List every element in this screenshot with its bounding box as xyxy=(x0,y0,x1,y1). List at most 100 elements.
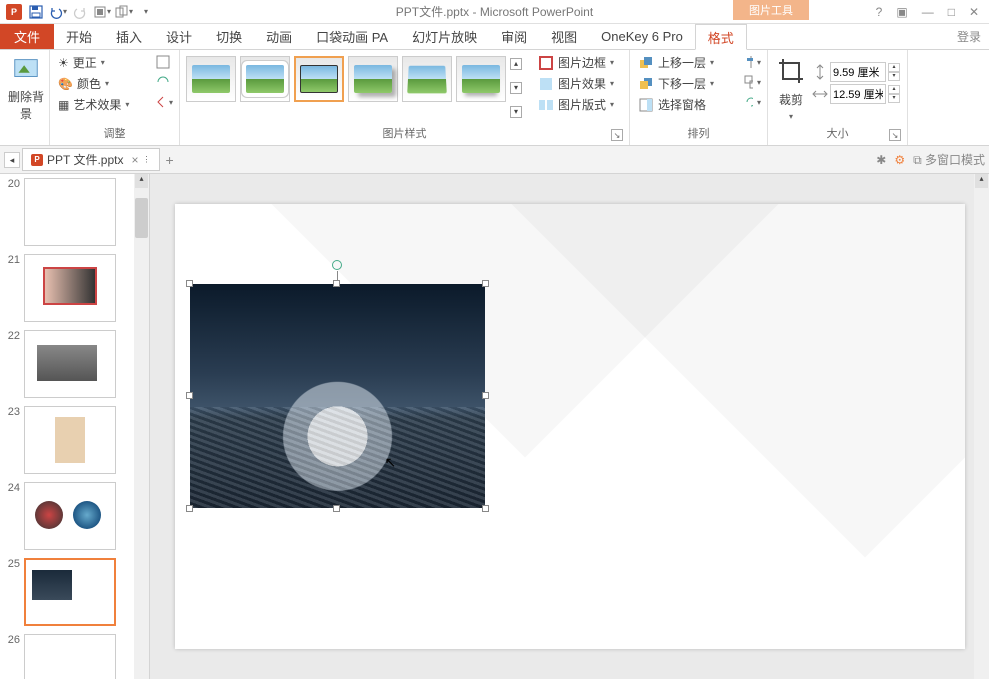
backward-icon xyxy=(638,76,654,92)
close-doc-icon[interactable]: × xyxy=(131,153,138,167)
style-item[interactable] xyxy=(456,56,506,102)
thumb-scrollbar[interactable]: ▴ xyxy=(134,174,149,679)
save-icon[interactable] xyxy=(26,2,46,22)
multi-window-button[interactable]: ⧉ 多窗口模式 xyxy=(913,151,985,168)
gear-icon[interactable]: ⚙ xyxy=(894,153,905,167)
style-item[interactable] xyxy=(402,56,452,102)
scroll-up-icon[interactable]: ▴ xyxy=(135,174,148,188)
sign-in-link[interactable]: 登录 xyxy=(949,24,989,49)
slide-thumb[interactable] xyxy=(24,254,116,322)
style-item[interactable] xyxy=(240,56,290,102)
resize-handle[interactable] xyxy=(482,280,489,287)
ribbon-display-icon[interactable]: ▣ xyxy=(896,5,907,19)
resize-handle[interactable] xyxy=(186,392,193,399)
star-icon[interactable]: ✱ xyxy=(876,153,886,167)
align-button[interactable]: ▾ xyxy=(741,52,763,72)
color-button[interactable]: 🎨颜色▾ xyxy=(54,73,153,94)
close-icon[interactable]: ✕ xyxy=(969,5,979,19)
tab-pocket-anim[interactable]: 口袋动画 PA xyxy=(304,24,400,49)
dialog-launcher-icon[interactable]: ↘ xyxy=(889,129,901,141)
style-item[interactable] xyxy=(348,56,398,102)
scroll-handle[interactable] xyxy=(135,198,148,238)
document-tab[interactable]: P PPT 文件.pptx × ⋮ xyxy=(22,148,160,171)
resize-handle[interactable] xyxy=(333,505,340,512)
gallery-up-icon[interactable]: ▴ xyxy=(510,58,522,70)
resize-handle[interactable] xyxy=(186,280,193,287)
tab-slideshow[interactable]: 幻灯片放映 xyxy=(400,24,489,49)
corrections-button[interactable]: ☀更正▾ xyxy=(54,52,153,73)
spin-down-icon[interactable]: ▾ xyxy=(888,72,900,81)
spin-up-icon[interactable]: ▴ xyxy=(888,85,900,94)
tab-format[interactable]: 格式 xyxy=(695,24,747,50)
crop-button[interactable]: 裁剪▾ xyxy=(772,52,810,124)
dialog-launcher-icon[interactable]: ↘ xyxy=(611,129,623,141)
qat-icon-1[interactable]: ▾ xyxy=(92,2,112,22)
canvas-scrollbar[interactable]: ▴ xyxy=(974,174,989,679)
selection-pane-button[interactable]: 选择窗格 xyxy=(634,94,741,115)
gallery-expand-icon[interactable]: ▾ xyxy=(510,106,522,118)
tab-onekey[interactable]: OneKey 6 Pro xyxy=(589,24,695,49)
qat-customize-icon[interactable]: ▾ xyxy=(136,2,156,22)
style-item[interactable] xyxy=(186,56,236,102)
slide-canvas[interactable]: ↖ xyxy=(175,204,965,649)
window-controls: ? ▣ — □ ✕ xyxy=(876,5,989,19)
slide-thumb-row: 22 xyxy=(0,326,149,402)
reset-pic-button[interactable]: ▾ xyxy=(153,92,175,112)
undo-icon[interactable]: ▾ xyxy=(48,2,68,22)
tab-file[interactable]: 文件 xyxy=(0,24,54,49)
gallery-down-icon[interactable]: ▾ xyxy=(510,82,522,94)
tab-design[interactable]: 设计 xyxy=(154,24,204,49)
group-remove-bg: 删除背景 xyxy=(0,50,50,145)
slide-thumb[interactable] xyxy=(24,330,116,398)
maximize-icon[interactable]: □ xyxy=(948,5,955,19)
tab-animation[interactable]: 动画 xyxy=(254,24,304,49)
tab-view[interactable]: 视图 xyxy=(539,24,589,49)
doctab-right: ✱ ⚙ ⧉ 多窗口模式 xyxy=(876,151,985,168)
send-backward-button[interactable]: 下移一层▾ xyxy=(634,73,741,94)
change-pic-button[interactable] xyxy=(153,72,175,92)
remove-bg-label: 删除背景 xyxy=(8,88,44,122)
compress-button[interactable] xyxy=(153,52,175,72)
slide-thumb[interactable] xyxy=(24,558,116,626)
group-adjust: ☀更正▾ 🎨颜色▾ ▦艺术效果▾ ▾ 调整 xyxy=(50,50,180,145)
style-gallery: ▴ ▾ ▾ xyxy=(184,52,528,124)
height-input[interactable] xyxy=(830,62,886,82)
slide-thumb[interactable] xyxy=(24,406,116,474)
resize-handle[interactable] xyxy=(482,392,489,399)
selected-image[interactable]: ↖ xyxy=(190,284,485,508)
spin-down-icon[interactable]: ▾ xyxy=(888,94,900,103)
group-objects-button[interactable]: ▾ xyxy=(741,72,763,92)
style-item[interactable] xyxy=(294,56,344,102)
window-title: PPT文件.pptx - Microsoft PowerPoint xyxy=(396,3,593,20)
add-doc-icon[interactable]: + xyxy=(166,152,174,168)
tab-home[interactable]: 开始 xyxy=(54,24,104,49)
redo-icon[interactable] xyxy=(70,2,90,22)
resize-handle[interactable] xyxy=(482,505,489,512)
doc-nav-prev-icon[interactable]: ◂ xyxy=(4,152,20,168)
tab-transition[interactable]: 切换 xyxy=(204,24,254,49)
help-icon[interactable]: ? xyxy=(876,5,883,19)
qat-icon-2[interactable]: ▾ xyxy=(114,2,134,22)
rotate-handle[interactable] xyxy=(332,260,342,270)
minimize-icon[interactable]: — xyxy=(922,5,934,19)
scroll-up-icon[interactable]: ▴ xyxy=(975,174,988,188)
slide-thumb[interactable] xyxy=(24,482,116,550)
picture-border-button[interactable]: 图片边框▾ xyxy=(534,52,628,73)
resize-handle[interactable] xyxy=(333,280,340,287)
document-tab-label: PPT 文件.pptx xyxy=(47,151,123,168)
slide-thumb[interactable] xyxy=(24,634,116,679)
picture-layout-button[interactable]: 图片版式▾ xyxy=(534,94,628,115)
slide-thumb[interactable] xyxy=(24,178,116,246)
bring-forward-button[interactable]: 上移一层▾ xyxy=(634,52,741,73)
picture-effects-button[interactable]: 图片效果▾ xyxy=(534,73,628,94)
resize-handle[interactable] xyxy=(186,505,193,512)
remove-bg-button[interactable]: 删除背景 xyxy=(4,52,48,124)
width-input[interactable] xyxy=(830,84,886,104)
tab-insert[interactable]: 插入 xyxy=(104,24,154,49)
rotate-button[interactable]: ▾ xyxy=(741,92,763,112)
pic-effects-icon xyxy=(538,76,554,92)
group-icon xyxy=(743,74,753,90)
spin-up-icon[interactable]: ▴ xyxy=(888,63,900,72)
tab-review[interactable]: 审阅 xyxy=(489,24,539,49)
artistic-effects-button[interactable]: ▦艺术效果▾ xyxy=(54,94,153,115)
